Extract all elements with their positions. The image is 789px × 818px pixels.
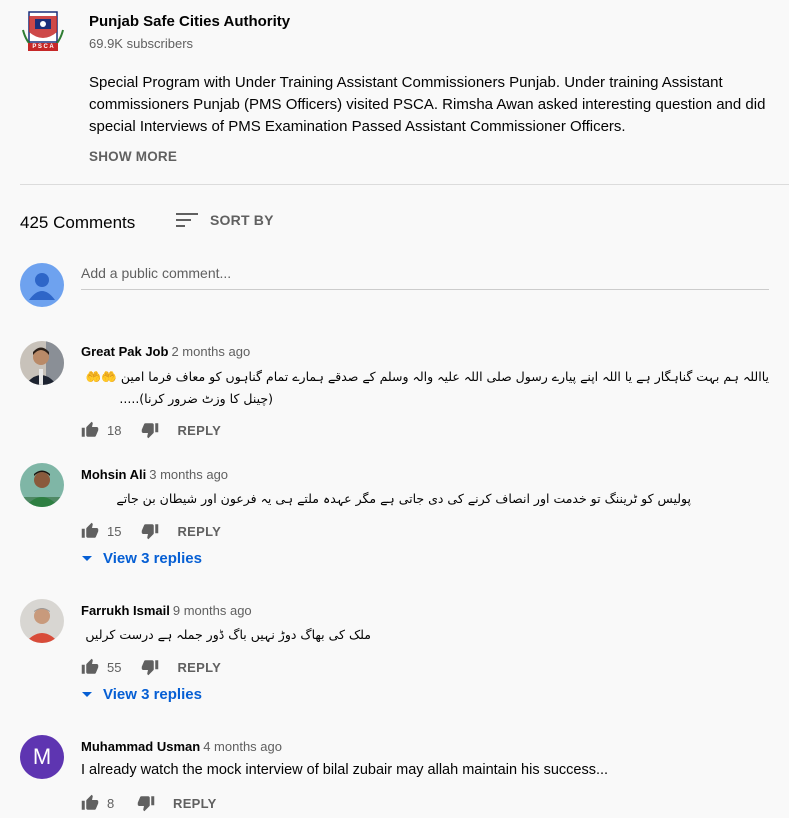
comment-text-line-2: (چینل کا وزٹ ضرور کرنا)..... [119,391,273,406]
comment-author[interactable]: Mohsin Ali 3 months ago [81,467,228,482]
author-name[interactable]: Muhammad Usman [81,739,200,754]
avatar-letter: M [32,744,52,769]
comment-actions: 8 REPLY [81,791,217,815]
thumbs-up-icon[interactable] [81,658,99,676]
sort-by-label: SORT BY [210,212,274,228]
comment-actions: 18 REPLY [81,418,221,442]
commenter-avatar[interactable] [20,463,64,507]
reply-button[interactable]: REPLY [173,796,217,811]
comment-text: I already watch the mock interview of bi… [81,762,609,778]
divider [20,184,789,185]
thumbs-down-icon[interactable] [137,794,155,812]
commenter-avatar[interactable] [20,341,64,385]
video-description: Special Program with Under Training Assi… [89,74,766,135]
view-replies-label: View 3 replies [103,686,202,703]
subscriber-count: 69.9K subscribers [89,36,194,51]
author-name[interactable]: Great Pak Job [81,344,168,359]
add-comment-input[interactable]: Add a public comment... [81,263,769,290]
comment-author[interactable]: Muhammad Usman 4 months ago [81,739,282,754]
comment-count: 425 Comments [20,213,136,232]
thumbs-down-icon[interactable] [141,658,159,676]
sort-icon [176,213,198,227]
reply-button[interactable]: REPLY [177,423,221,438]
like-count: 55 [107,659,122,675]
author-name[interactable]: Mohsin Ali [81,467,146,482]
comment-time[interactable]: 3 months ago [149,467,228,482]
like-count: 8 [107,795,115,811]
reply-button[interactable]: REPLY [177,660,221,675]
author-name[interactable]: Farrukh Ismail [81,603,170,618]
channel-name[interactable]: Punjab Safe Cities Authority [89,13,290,30]
caret-down-icon [82,555,92,561]
view-replies-button[interactable]: View 3 replies [81,686,202,703]
comment-text: ملک کی بھاگ دوڑ نہیں باگ ڈور جملہ ہے درس… [85,627,371,642]
show-more-button[interactable]: SHOW MORE [89,149,177,164]
thumbs-up-icon[interactable] [81,421,99,439]
thumbs-up-icon[interactable] [81,522,99,540]
reply-button[interactable]: REPLY [177,524,221,539]
user-avatar-icon [20,263,64,307]
like-count: 18 [107,422,122,438]
thumbs-down-icon[interactable] [141,522,159,540]
commenter-avatar[interactable]: M [20,735,64,779]
thumbs-up-icon[interactable] [81,794,99,812]
sort-by-button[interactable]: SORT BY [176,212,274,228]
comment-author[interactable]: Great Pak Job 2 months ago [81,344,250,359]
comment-time[interactable]: 9 months ago [173,603,252,618]
view-replies-button[interactable]: View 3 replies [81,550,202,567]
comment-actions: 55 REPLY [81,655,221,679]
caret-down-icon [82,691,92,697]
comment-time[interactable]: 4 months ago [203,739,282,754]
comment-text: یااللہ ہم بہت گناہگار ہے یا اللہ اپنے پی… [85,369,769,384]
logo-text: P S C A [32,44,54,50]
like-count: 15 [107,523,122,539]
channel-logo[interactable]: P S C A [20,10,66,56]
comment-author[interactable]: Farrukh Ismail 9 months ago [81,603,252,618]
comment-time[interactable]: 2 months ago [171,344,250,359]
commenter-avatar[interactable] [20,599,64,643]
comment-text: پولیس کو ٹریننگ تو خدمت اور انصاف کرنے ک… [116,491,691,506]
comment-actions: 15 REPLY [81,519,221,543]
view-replies-label: View 3 replies [103,550,202,567]
thumbs-down-icon[interactable] [141,421,159,439]
